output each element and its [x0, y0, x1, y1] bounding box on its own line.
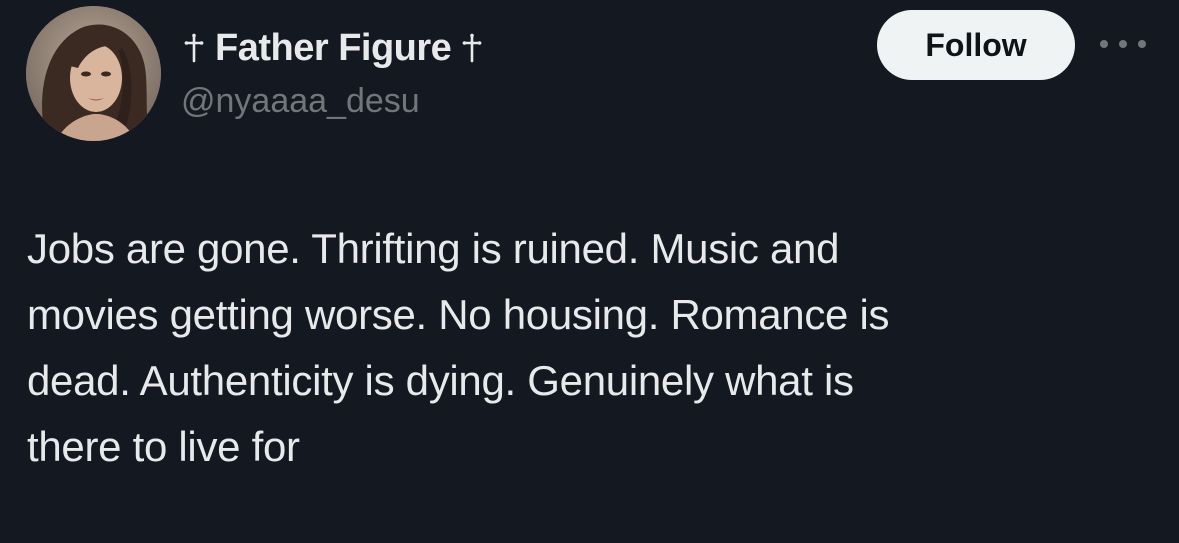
more-dot — [1100, 40, 1108, 48]
tweet-card: Father Figure @nyaaaa_desu Follow Jobs a… — [0, 0, 1179, 543]
tweet-text: Jobs are gone. Thrifting is ruined. Musi… — [27, 216, 1147, 480]
follow-button[interactable]: Follow — [877, 10, 1075, 80]
tweet-text-line: movies getting worse. No housing. Romanc… — [27, 291, 890, 338]
tweet-text-line: dead. Authenticity is dying. Genuinely w… — [27, 357, 854, 404]
avatar-image — [26, 6, 161, 141]
tweet-text-line: Jobs are gone. Thrifting is ruined. Musi… — [27, 225, 840, 272]
more-dot — [1138, 40, 1146, 48]
avatar[interactable] — [26, 6, 161, 141]
more-dot — [1119, 40, 1127, 48]
more-horizontal-icon[interactable] — [1100, 34, 1146, 54]
tweet-text-line: there to live for — [27, 423, 300, 470]
author-display-name[interactable]: Father Figure — [215, 27, 452, 70]
author-name-row[interactable]: Father Figure — [181, 24, 485, 72]
author-handle[interactable]: @nyaaaa_desu — [181, 82, 420, 121]
cross-icon — [459, 28, 485, 68]
cross-icon — [181, 28, 207, 68]
